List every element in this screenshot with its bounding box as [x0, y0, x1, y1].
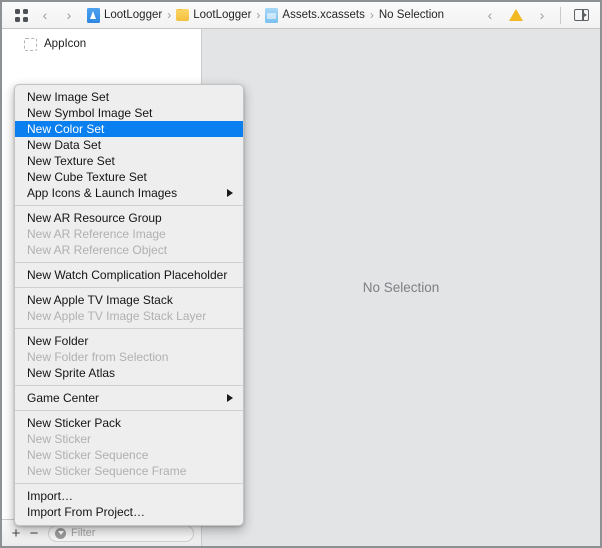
breadcrumb-label: No Selection	[378, 9, 445, 21]
menu-item-new-watch-complication-placeholder[interactable]: New Watch Complication Placeholder	[15, 267, 243, 283]
menu-item-label: New Texture Set	[27, 154, 115, 168]
menu-item-new-ar-resource-group[interactable]: New AR Resource Group	[15, 210, 243, 226]
menu-item-label: App Icons & Launch Images	[27, 186, 178, 200]
menu-item-new-symbol-image-set[interactable]: New Symbol Image Set	[15, 105, 243, 121]
menu-item-label: Import From Project…	[27, 505, 146, 519]
no-selection-message: No Selection	[362, 280, 440, 295]
menu-item-label: New Sticker	[27, 432, 92, 446]
menu-item-label: New Sticker Pack	[27, 416, 122, 430]
menu-item-label: New Apple TV Image Stack Layer	[27, 309, 207, 323]
breadcrumb-label: Assets.xcassets	[282, 9, 365, 21]
menu-separator	[15, 410, 243, 411]
submenu-arrow-icon	[227, 189, 233, 197]
menu-item-label: New AR Resource Group	[27, 211, 162, 225]
toolbar-right-group: ‹ ›	[478, 4, 593, 26]
breadcrumb-label: LootLogger	[104, 9, 163, 21]
chevron-right-icon: ›	[66, 7, 72, 23]
menu-item-label: New Watch Complication Placeholder	[27, 268, 228, 282]
menu-item-label: Import…	[27, 489, 74, 503]
menu-separator	[15, 328, 243, 329]
menu-item-new-color-set[interactable]: New Color Set	[15, 121, 243, 137]
filter-input[interactable]: Filter	[48, 524, 194, 542]
list-item[interactable]: AppIcon	[2, 33, 201, 55]
filter-placeholder: Filter	[71, 527, 96, 539]
menu-item-label: Game Center	[27, 391, 100, 405]
menu-item-new-sticker-sequence-frame: New Sticker Sequence Frame	[15, 463, 243, 479]
remove-asset-button[interactable]: −	[25, 526, 43, 541]
menu-separator	[15, 205, 243, 206]
chevron-right-icon: ›	[539, 7, 545, 23]
submenu-arrow-icon	[227, 394, 233, 402]
menu-item-label: New Sticker Sequence	[27, 448, 149, 462]
menu-item-label: New Sprite Atlas	[27, 366, 116, 380]
filter-funnel-icon	[55, 527, 66, 539]
menu-item-label: New Color Set	[27, 122, 105, 136]
next-issue-button[interactable]: ›	[530, 4, 554, 26]
breadcrumb-separator: ›	[256, 8, 261, 22]
menu-item-label: New Folder	[27, 334, 89, 348]
breadcrumb-label: LootLogger	[193, 9, 252, 21]
menu-item-label: New Data Set	[27, 138, 102, 152]
menu-separator	[15, 385, 243, 386]
inspector-panel-toggle-icon[interactable]	[569, 4, 593, 26]
menu-item-new-texture-set[interactable]: New Texture Set	[15, 153, 243, 169]
detail-pane: No Selection	[202, 29, 600, 546]
toolbar: ‹ › LootLogger › LootLogger › Assets.xca…	[2, 2, 600, 29]
previous-issue-button[interactable]: ‹	[478, 4, 502, 26]
menu-item-new-sticker: New Sticker	[15, 431, 243, 447]
menu-item-label: New Cube Texture Set	[27, 170, 147, 184]
breadcrumb-separator: ›	[167, 8, 172, 22]
asset-label: AppIcon	[44, 38, 87, 50]
breadcrumb-item-selection[interactable]: No Selection	[379, 9, 444, 21]
chevron-left-icon: ‹	[42, 7, 48, 23]
back-button[interactable]: ‹	[33, 4, 57, 26]
breadcrumb-item-folder[interactable]: LootLogger	[176, 9, 251, 21]
menu-item-new-cube-texture-set[interactable]: New Cube Texture Set	[15, 169, 243, 185]
chevron-left-icon: ‹	[487, 7, 493, 23]
menu-separator	[15, 262, 243, 263]
menu-separator	[15, 287, 243, 288]
menu-item-label: New Symbol Image Set	[27, 106, 153, 120]
menu-item-label: New AR Reference Image	[27, 227, 166, 241]
menu-item-new-sticker-pack[interactable]: New Sticker Pack	[15, 415, 243, 431]
menu-item-import[interactable]: Import…	[15, 488, 243, 504]
menu-item-new-ar-reference-image: New AR Reference Image	[15, 226, 243, 242]
forward-button[interactable]: ›	[57, 4, 81, 26]
menu-item-label: New Sticker Sequence Frame	[27, 464, 187, 478]
menu-item-new-folder[interactable]: New Folder	[15, 333, 243, 349]
breadcrumb-separator: ›	[369, 8, 374, 22]
menu-separator	[15, 483, 243, 484]
asset-catalog-icon	[265, 7, 279, 23]
toolbar-divider	[560, 6, 561, 24]
menu-item-new-ar-reference-object: New AR Reference Object	[15, 242, 243, 258]
menu-item-label: New AR Reference Object	[27, 243, 168, 257]
menu-item-label: New Folder from Selection	[27, 350, 169, 364]
menu-item-game-center[interactable]: Game Center	[15, 390, 243, 406]
menu-item-new-sticker-sequence: New Sticker Sequence	[15, 447, 243, 463]
app-icon-placeholder-icon	[24, 37, 37, 51]
menu-item-import-from-project[interactable]: Import From Project…	[15, 504, 243, 520]
new-asset-context-menu: New Image Set New Symbol Image Set New Col…	[14, 84, 244, 526]
breadcrumb-item-assets[interactable]: Assets.xcassets	[265, 7, 365, 23]
menu-item-new-apple-tv-image-stack-layer: New Apple TV Image Stack Layer	[15, 308, 243, 324]
folder-icon	[176, 9, 190, 21]
xcode-window: ‹ › LootLogger › LootLogger › Assets.xca…	[0, 0, 602, 548]
menu-item-label: New Image Set	[27, 90, 110, 104]
warning-triangle-icon[interactable]	[504, 4, 528, 26]
menu-item-new-folder-from-selection: New Folder from Selection	[15, 349, 243, 365]
menu-item-new-image-set[interactable]: New Image Set	[15, 89, 243, 105]
menu-item-label: New Apple TV Image Stack	[27, 293, 173, 307]
menu-item-new-sprite-atlas[interactable]: New Sprite Atlas	[15, 365, 243, 381]
breadcrumb-item-project[interactable]: LootLogger	[87, 7, 163, 23]
add-asset-button[interactable]: +	[7, 526, 25, 541]
menu-item-new-data-set[interactable]: New Data Set	[15, 137, 243, 153]
xcode-project-icon	[87, 7, 100, 23]
breadcrumb: LootLogger › LootLogger › Assets.xcasset…	[87, 7, 478, 23]
menu-item-new-apple-tv-image-stack[interactable]: New Apple TV Image Stack	[15, 292, 243, 308]
menu-item-app-icons-launch-images[interactable]: App Icons & Launch Images	[15, 185, 243, 201]
grid-squares-icon[interactable]	[9, 4, 33, 26]
